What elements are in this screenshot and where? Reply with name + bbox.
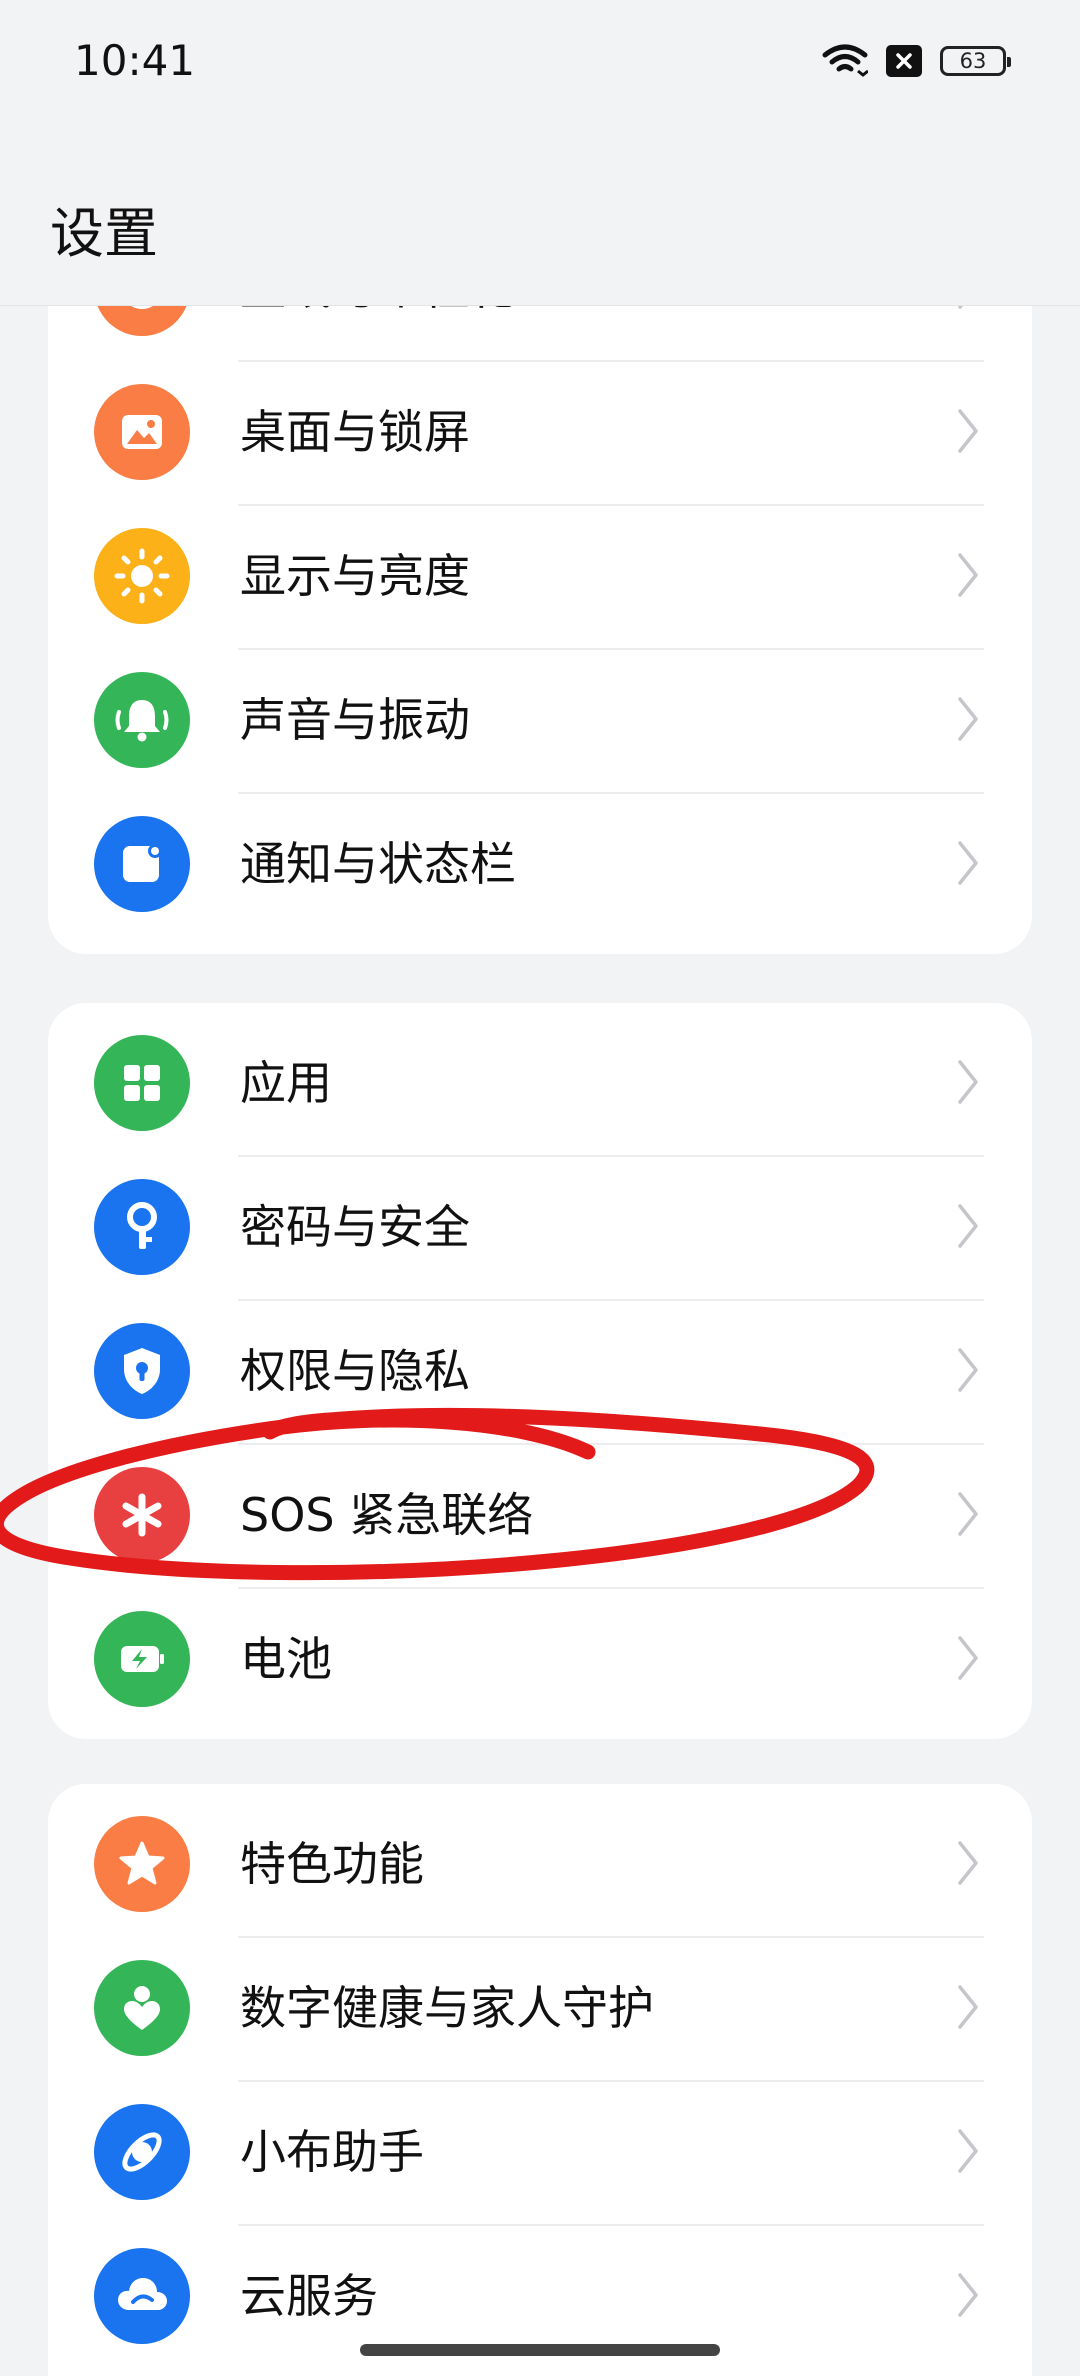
divider xyxy=(238,504,984,506)
divider xyxy=(238,792,984,794)
settings-item-label: 云服务 xyxy=(240,2269,378,2323)
chevron-right-icon xyxy=(956,1346,980,1398)
settings-item-label: 通知与状态栏 xyxy=(240,837,516,891)
settings-item-apps[interactable]: 应用 xyxy=(48,1011,1032,1155)
chevron-right-icon xyxy=(956,839,980,891)
settings-screen: 10:41 63 设置 桌面与锁屏 显示与亮度 声音与振动 通知与状态栏 应用 … xyxy=(0,0,1080,2376)
settings-item-password-security[interactable]: 密码与安全 xyxy=(48,1155,1032,1299)
settings-item-permission-privacy[interactable]: 权限与隐私 xyxy=(48,1299,1032,1443)
settings-item-display-brightness[interactable]: 显示与亮度 xyxy=(48,504,1032,648)
settings-item-breeno-assistant[interactable]: 小布助手 xyxy=(48,2080,1032,2224)
settings-item-wallpaper[interactable]: 壁纸与个性化 xyxy=(48,306,1032,360)
family-heart-icon xyxy=(94,1960,190,2056)
divider xyxy=(238,2224,984,2226)
chevron-right-icon xyxy=(956,1839,980,1891)
settings-item-battery[interactable]: 电池 xyxy=(48,1587,1032,1731)
notification-icon xyxy=(94,816,190,912)
chevron-right-icon xyxy=(956,2127,980,2179)
battery-charge-icon xyxy=(94,1611,190,1707)
divider xyxy=(238,648,984,650)
chevron-right-icon xyxy=(956,306,980,315)
settings-group-system: 应用 密码与安全 权限与隐私 SOS 紧急联络 电池 xyxy=(48,1003,1032,1739)
star-icon xyxy=(94,1816,190,1912)
settings-item-special-features[interactable]: 特色功能 xyxy=(48,1792,1032,1936)
settings-item-label: SOS 紧急联络 xyxy=(240,1488,534,1542)
cloud-icon xyxy=(94,2248,190,2344)
chevron-right-icon xyxy=(956,1983,980,2035)
settings-item-label: 数字健康与家人守护 xyxy=(240,1981,654,2035)
divider xyxy=(238,360,984,362)
palette-icon xyxy=(94,306,190,336)
assistant-icon xyxy=(94,2104,190,2200)
chevron-right-icon xyxy=(956,695,980,747)
settings-item-label: 特色功能 xyxy=(240,1837,424,1891)
chevron-right-icon xyxy=(956,407,980,459)
divider xyxy=(238,1443,984,1445)
apps-grid-icon xyxy=(94,1035,190,1131)
shield-lock-icon xyxy=(94,1323,190,1419)
settings-item-notification-statusbar[interactable]: 通知与状态栏 xyxy=(48,792,1032,936)
settings-item-label: 小布助手 xyxy=(240,2125,424,2179)
chevron-right-icon xyxy=(956,1202,980,1254)
settings-item-digital-wellbeing[interactable]: 数字健康与家人守护 xyxy=(48,1936,1032,2080)
settings-item-label: 电池 xyxy=(240,1632,332,1686)
chevron-right-icon xyxy=(956,1058,980,1110)
settings-group-features: 特色功能 数字健康与家人守护 小布助手 云服务 xyxy=(48,1784,1032,2376)
picture-icon xyxy=(94,384,190,480)
chevron-right-icon xyxy=(956,1634,980,1686)
settings-item-label: 声音与振动 xyxy=(240,693,470,747)
settings-item-label: 桌面与锁屏 xyxy=(240,405,470,459)
chevron-right-icon xyxy=(956,551,980,603)
settings-group-personalization: 壁纸与个性化 桌面与锁屏 xyxy=(48,306,1032,954)
status-time: 10:41 xyxy=(74,36,196,85)
battery-icon: 63 xyxy=(940,46,1011,76)
bell-icon xyxy=(94,672,190,768)
wifi-icon xyxy=(822,43,868,79)
divider xyxy=(238,1299,984,1301)
settings-item-label: 壁纸与个性化 xyxy=(240,306,516,316)
status-icons: 63 xyxy=(822,38,1011,84)
chevron-right-icon xyxy=(956,1490,980,1542)
settings-list[interactable]: 壁纸与个性化 桌面与锁屏 xyxy=(0,306,1080,2376)
key-icon xyxy=(94,1179,190,1275)
settings-item-desktop-lockscreen[interactable]: 桌面与锁屏 xyxy=(48,360,1032,504)
settings-item-label: 密码与安全 xyxy=(240,1200,470,1254)
asterisk-icon xyxy=(94,1467,190,1563)
battery-level: 63 xyxy=(959,49,987,73)
settings-item-sound-vibration[interactable]: 声音与振动 xyxy=(48,648,1032,792)
settings-item-label: 显示与亮度 xyxy=(240,549,470,603)
home-indicator[interactable] xyxy=(360,2344,720,2356)
settings-item-label: 应用 xyxy=(240,1056,332,1110)
divider xyxy=(238,2080,984,2082)
sun-icon xyxy=(94,528,190,624)
divider xyxy=(238,1155,984,1157)
settings-item-sos-emergency[interactable]: SOS 紧急联络 xyxy=(48,1443,1032,1587)
divider xyxy=(238,1936,984,1938)
no-sim-icon xyxy=(886,45,922,77)
page-header: 设置 xyxy=(0,120,1080,306)
page-title: 设置 xyxy=(50,202,158,265)
status-bar: 10:41 63 xyxy=(0,0,1080,120)
settings-item-label: 权限与隐私 xyxy=(240,1344,470,1398)
divider xyxy=(238,1587,984,1589)
chevron-right-icon xyxy=(956,2271,980,2323)
